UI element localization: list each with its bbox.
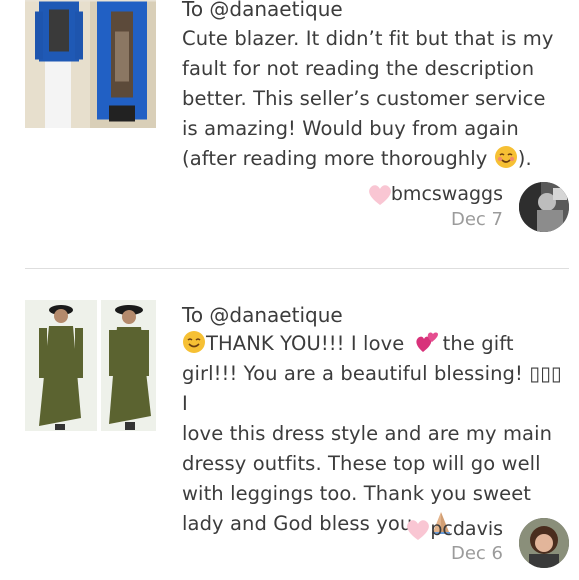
- reviewer-username[interactable]: pcdavis: [430, 518, 503, 540]
- dress-photo: [25, 300, 156, 431]
- review-comment: THANK YOU!!! I love the gift girl!!! You…: [182, 329, 567, 539]
- comment-line: with leggings too. Thank you sweet: [182, 482, 532, 505]
- avatar-image: [519, 182, 569, 232]
- comment-line: (after reading more thoroughly ).: [182, 144, 567, 174]
- review-comment: Cute blazer. It didn’t fit but that is m…: [182, 24, 567, 174]
- review-item-1: To @danaetique Cute blazer. It didn’t fi…: [0, 0, 579, 268]
- comment-line-text: lady and God bless you.: [182, 512, 419, 535]
- avatar[interactable]: [519, 182, 569, 232]
- comment-line-text: (after reading more thoroughly: [182, 147, 488, 170]
- comment-line: is amazing! Would buy from again: [182, 117, 519, 140]
- reviewer-username[interactable]: bmcswaggs: [391, 183, 503, 205]
- comment-line: THANK YOU!!! I love the gift: [182, 329, 567, 359]
- two-hearts-icon: [416, 332, 438, 352]
- comment-line: love this dress style and are my main: [182, 422, 553, 445]
- comment-line: dressy outfits. These top will go well: [182, 452, 541, 475]
- review-date: Dec 7: [450, 209, 503, 230]
- review-divider: [25, 268, 569, 269]
- comment-line: better. This seller’s customer service: [182, 87, 546, 110]
- avatar[interactable]: [519, 518, 569, 568]
- comment-line: Cute blazer. It didn’t fit but that is m…: [182, 27, 554, 50]
- comment-line-text: the gift: [442, 332, 514, 355]
- comment-line-text: THANK YOU!!! I love: [206, 332, 405, 355]
- blushing-face-icon: [494, 146, 517, 168]
- avatar-image: [519, 518, 569, 568]
- comment-line: fault for not reading the description: [182, 57, 535, 80]
- comment-line: girl!!! You are a beautiful blessing! ▯▯…: [182, 362, 562, 415]
- comment-line: lady and God bless you.: [182, 509, 567, 539]
- blazer-photo: [25, 1, 156, 128]
- heart-icon[interactable]: [405, 518, 431, 542]
- listing-thumbnail-dress[interactable]: [25, 300, 156, 431]
- review-recipient: To @danaetique: [182, 0, 343, 21]
- smiling-face-icon: [183, 331, 205, 353]
- review-recipient: To @danaetique: [182, 303, 343, 327]
- listing-thumbnail-blazer[interactable]: [25, 0, 156, 128]
- review-date: Dec 6: [450, 543, 503, 564]
- review-item-2: To @danaetique THANK YOU!!! I love the g…: [0, 300, 579, 580]
- comment-line-tail: ).: [517, 147, 532, 170]
- heart-icon[interactable]: [367, 183, 393, 207]
